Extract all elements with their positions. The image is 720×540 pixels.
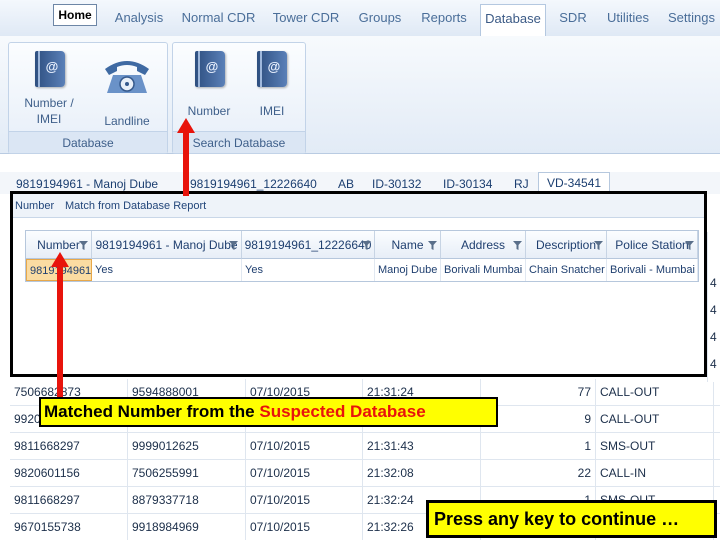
database-book-icon: @ xyxy=(195,51,225,87)
filter-icon[interactable] xyxy=(594,241,603,250)
grid-cell[interactable]: Yes xyxy=(92,259,242,281)
number-imei-label-1: Number / xyxy=(24,96,74,110)
grid-cell[interactable]: Manoj Dube xyxy=(375,259,441,281)
column-label: 9819194961 - Manoj Dube xyxy=(95,238,238,252)
cell-date: 07/10/2015 xyxy=(246,433,363,460)
file-tab[interactable]: ID-30132 xyxy=(372,177,421,191)
file-tab[interactable]: 9819194961_12226640 xyxy=(190,177,317,191)
column-label: 9819194961_12226640 xyxy=(244,238,372,252)
column-header-police-station[interactable]: Police Station xyxy=(607,231,698,259)
cell-call-type: SMS-OUT xyxy=(596,433,714,460)
landline-label: Landline xyxy=(104,114,150,128)
filter-icon[interactable] xyxy=(513,241,522,250)
matched-number-callout: Matched Number from the Suspected Databa… xyxy=(39,397,498,427)
callout-highlight: Suspected Database xyxy=(259,402,426,421)
edge-char: 4 xyxy=(710,303,717,317)
file-tab[interactable]: AB xyxy=(338,177,354,191)
match-grid: Number 9819194961 - Manoj Dube 981919496… xyxy=(25,230,699,282)
tab-tower-cdr[interactable]: Tower CDR xyxy=(267,0,345,36)
cell-duration: 22 xyxy=(481,460,596,487)
column-label: Number xyxy=(37,238,80,252)
search-number-button[interactable]: @ Number xyxy=(177,49,241,129)
tab-database[interactable]: Database xyxy=(480,4,546,38)
dialog-tab-bar: Number Match from Database Report xyxy=(13,194,704,218)
tab-normal-cdr[interactable]: Normal CDR xyxy=(176,0,261,36)
cell-call-type: CALL-OUT xyxy=(596,379,714,406)
group-database-label: Database xyxy=(9,131,167,153)
column-header-manoj-dube[interactable]: 9819194961 - Manoj Dube xyxy=(92,231,242,259)
edge-char: 4 xyxy=(710,276,717,290)
cell-a-party: 9811668297 xyxy=(10,487,128,514)
column-label: Description xyxy=(535,238,597,252)
grid-cell[interactable]: Yes xyxy=(242,259,375,281)
dialog-tab-match-report[interactable]: Match from Database Report xyxy=(65,200,206,212)
column-label: Police Station xyxy=(615,238,689,252)
cell-b-party: 9918984969 xyxy=(128,514,246,540)
cell-date: 07/10/2015 xyxy=(246,460,363,487)
cell-b-party: 7506255991 xyxy=(128,460,246,487)
search-imei-label: IMEI xyxy=(259,104,285,118)
cell-call-type: CALL-IN xyxy=(596,460,714,487)
database-book-icon: @ xyxy=(35,51,65,87)
tab-analysis[interactable]: Analysis xyxy=(108,0,170,36)
ribbon-body: @ Number / IMEI Landline Database @ Numb… xyxy=(0,36,720,154)
press-key-banner: Press any key to continue … xyxy=(426,500,717,538)
cell-duration: 9 xyxy=(481,406,596,433)
column-header-name[interactable]: Name xyxy=(375,231,441,259)
table-row[interactable]: 9820601156 7506255991 07/10/2015 21:32:0… xyxy=(10,460,720,487)
database-book-icon: @ xyxy=(257,51,287,87)
grid-cell[interactable]: Borivali - Mumbai xyxy=(607,259,698,281)
filter-icon[interactable] xyxy=(428,241,437,250)
search-imei-button[interactable]: @ IMEI xyxy=(241,49,303,129)
cell-time: 21:31:43 xyxy=(363,433,481,460)
tab-home[interactable]: Home xyxy=(53,4,97,26)
group-database: @ Number / IMEI Landline Database xyxy=(8,42,168,154)
tab-groups[interactable]: Groups xyxy=(351,0,409,36)
ribbon-tab-bar: Home Analysis Normal CDR Tower CDR Group… xyxy=(0,0,720,38)
cell-b-party: 9999012625 xyxy=(128,433,246,460)
cell-a-party: 9820601156 xyxy=(10,460,128,487)
grid-cell[interactable]: Chain Snatcher xyxy=(526,259,607,281)
file-tab[interactable]: RJ xyxy=(514,177,529,191)
table-right-edge: 4 4 4 4 xyxy=(707,232,720,382)
tab-reports[interactable]: Reports xyxy=(414,0,474,36)
file-tab[interactable]: ID-30134 xyxy=(443,177,492,191)
column-header-description[interactable]: Description xyxy=(526,231,607,259)
cell-duration: 77 xyxy=(481,379,596,406)
landline-button[interactable]: Landline xyxy=(89,49,165,129)
filter-icon[interactable] xyxy=(79,241,88,250)
dialog-tab-number[interactable]: Number xyxy=(15,200,54,212)
arrow-up-icon xyxy=(177,118,195,196)
number-imei-label-2: IMEI xyxy=(36,112,62,126)
cell-call-type: CALL-OUT xyxy=(596,406,714,433)
filter-icon[interactable] xyxy=(362,241,371,250)
telephone-icon xyxy=(105,61,149,93)
cell-b-party: 8879337718 xyxy=(128,487,246,514)
filter-icon[interactable] xyxy=(685,241,694,250)
callout-text: Matched Number from the xyxy=(44,402,260,421)
column-label: Address xyxy=(460,238,506,252)
file-tab[interactable]: 9819194961 - Manoj Dube xyxy=(16,177,158,191)
tab-sdr[interactable]: SDR xyxy=(553,0,593,36)
cell-date: 07/10/2015 xyxy=(246,487,363,514)
cell-time: 21:32:08 xyxy=(363,460,481,487)
edge-char: 4 xyxy=(710,357,717,371)
match-report-dialog: Number Match from Database Report Number… xyxy=(10,191,707,377)
column-label: Name xyxy=(391,238,424,252)
column-header-12226640[interactable]: 9819194961_12226640 xyxy=(242,231,375,259)
table-row[interactable]: 9811668297 9999012625 07/10/2015 21:31:4… xyxy=(10,433,720,460)
tab-settings[interactable]: Settings xyxy=(663,0,720,36)
filter-icon[interactable] xyxy=(229,241,238,250)
cell-duration: 1 xyxy=(481,433,596,460)
tab-utilities[interactable]: Utilities xyxy=(598,0,658,36)
cell-a-party: 9811668297 xyxy=(10,433,128,460)
cell-date: 07/10/2015 xyxy=(246,514,363,540)
cell-a-party: 9670155738 xyxy=(10,514,128,540)
edge-char: 4 xyxy=(710,330,717,344)
column-header-address[interactable]: Address xyxy=(441,231,526,259)
arrow-up-icon xyxy=(51,252,69,398)
search-number-label: Number xyxy=(187,104,231,118)
number-imei-button[interactable]: @ Number / IMEI xyxy=(13,49,85,129)
grid-cell[interactable]: Borivali Mumbai xyxy=(441,259,526,281)
